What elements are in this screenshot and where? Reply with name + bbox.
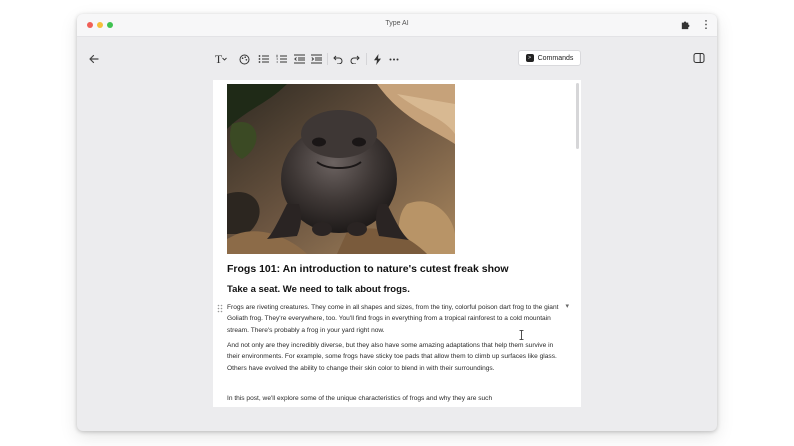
undo-button[interactable] <box>332 50 344 68</box>
redo-icon <box>350 55 360 64</box>
sidebar-toggle-icon[interactable] <box>693 52 705 64</box>
ai-palette-button[interactable] <box>238 50 250 68</box>
paragraph[interactable]: And not only are they incredibly diverse… <box>227 340 565 374</box>
title-bar: Type AI <box>77 14 717 37</box>
redo-button[interactable] <box>349 50 361 68</box>
document-title: Frogs 101: An introduction to nature's c… <box>227 263 509 275</box>
text-style-dropdown[interactable]: T <box>213 50 229 68</box>
scrollbar-thumb[interactable] <box>576 83 579 149</box>
numbered-list-icon <box>276 54 287 63</box>
outdent-button[interactable] <box>293 50 305 68</box>
chevron-down-icon <box>222 57 227 61</box>
document-editor[interactable]: Frogs 101: An introduction to nature's c… <box>213 80 581 407</box>
bullet-list-icon <box>258 55 269 63</box>
ai-lightning-button[interactable] <box>371 50 383 68</box>
text-cursor-icon <box>519 330 524 340</box>
paragraph[interactable]: Frogs are riveting creatures. They come … <box>227 302 565 336</box>
undo-icon <box>333 55 343 64</box>
extension-puzzle-icon[interactable] <box>680 19 691 30</box>
numbered-list-button[interactable] <box>275 50 287 68</box>
indent-button[interactable] <box>310 50 322 68</box>
more-horizontal-icon <box>389 58 399 60</box>
lightning-icon <box>373 53 381 65</box>
bullet-list-button[interactable] <box>257 50 269 68</box>
outdent-icon <box>293 54 305 64</box>
more-options-button[interactable] <box>388 50 400 68</box>
paragraph[interactable]: In this post, we'll explore some of the … <box>227 393 565 404</box>
window-title: Type AI <box>385 20 409 27</box>
kebab-menu-icon[interactable] <box>703 19 709 30</box>
terminal-icon: > <box>525 54 534 62</box>
text-style-label: T <box>214 51 223 66</box>
commands-button[interactable]: > Commands <box>518 50 581 66</box>
collapse-caret-icon[interactable]: ▾ <box>565 302 569 310</box>
app-window: Type AI T > Commands Frogs 101: An intro… <box>77 14 717 431</box>
palette-icon <box>239 54 249 64</box>
toolbar-divider <box>366 53 367 65</box>
toolbar-divider <box>327 53 328 65</box>
back-arrow-icon[interactable] <box>87 52 101 66</box>
indent-icon <box>310 54 322 64</box>
commands-label: Commands <box>537 54 574 62</box>
document-subtitle: Take a seat. We need to talk about frogs… <box>227 284 410 295</box>
drag-handle-icon[interactable] <box>217 304 223 313</box>
frog-image <box>227 84 455 254</box>
